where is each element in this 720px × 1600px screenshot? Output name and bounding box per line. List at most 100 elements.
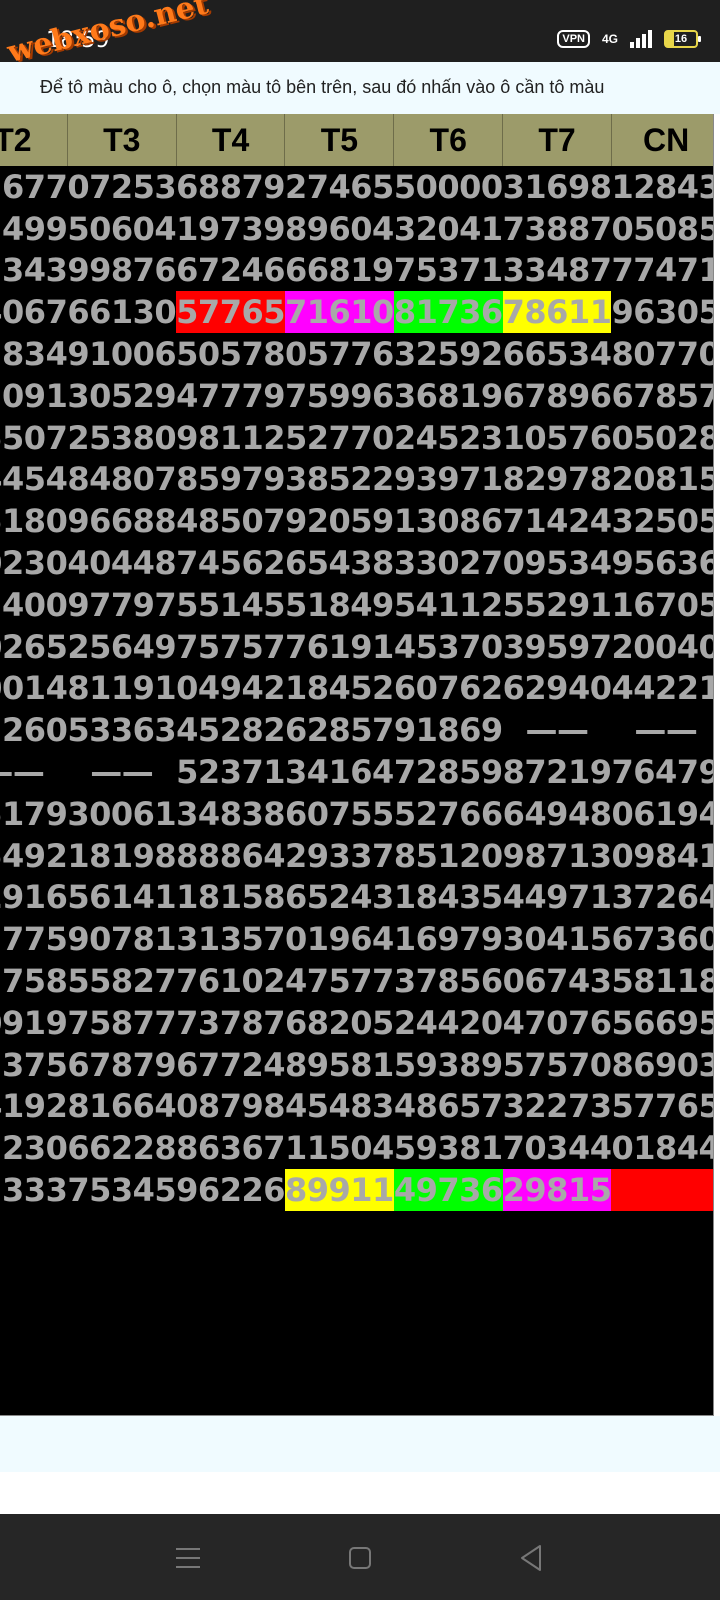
result-cell[interactable]: 19739: [176, 208, 285, 250]
result-cell[interactable]: [0, 1295, 67, 1337]
result-cell[interactable]: 80770: [611, 333, 713, 375]
result-cell[interactable]: [0, 1211, 67, 1253]
result-cell[interactable]: [285, 1211, 394, 1253]
back-icon[interactable]: [510, 1536, 554, 1580]
result-cell[interactable]: 12091: [0, 375, 67, 417]
result-cell[interactable]: 55507: [0, 417, 67, 459]
result-cell[interactable]: [285, 1378, 394, 1415]
result-cell[interactable]: ——: [0, 751, 67, 793]
result-cell[interactable]: 16705: [611, 584, 713, 626]
result-cell[interactable]: 52371: [176, 751, 285, 793]
result-cell[interactable]: 52775: [0, 918, 67, 960]
result-cell[interactable]: 81191: [67, 668, 176, 710]
result-cell[interactable]: 55291: [503, 584, 612, 626]
result-cell[interactable]: 67246: [176, 250, 285, 292]
result-cell[interactable]: 32273: [503, 1086, 612, 1128]
result-cell[interactable]: 72859: [394, 751, 503, 793]
result-cell[interactable]: 53499: [0, 208, 67, 250]
result-cell[interactable]: [394, 1253, 503, 1295]
result-cell[interactable]: 66819: [285, 250, 394, 292]
result-cell[interactable]: 38522: [285, 459, 394, 501]
result-cell[interactable]: [503, 1211, 612, 1253]
result-cell[interactable]: 37856: [394, 960, 503, 1002]
result-cell[interactable]: 99876: [67, 250, 176, 292]
result-cell[interactable]: 55179: [0, 793, 67, 835]
result-cell[interactable]: 39597: [503, 626, 612, 668]
result-cell[interactable]: 67896: [503, 375, 612, 417]
result-cell[interactable]: [67, 1295, 176, 1337]
result-cell[interactable]: 48657: [394, 1086, 503, 1128]
result-cell[interactable]: 73787: [176, 1002, 285, 1044]
result-cell[interactable]: 18435: [394, 877, 503, 919]
result-cell[interactable]: 47076: [503, 1002, 612, 1044]
result-cell[interactable]: 89581: [285, 1044, 394, 1086]
result-cell[interactable]: 87219: [503, 751, 612, 793]
result-cell[interactable]: 60762: [394, 668, 503, 710]
result-cell[interactable]: 55145: [176, 584, 285, 626]
result-cell[interactable]: 68205: [285, 1002, 394, 1044]
result-cell[interactable]: [611, 1336, 713, 1378]
result-cell[interactable]: 90781: [67, 918, 176, 960]
result-cell[interactable]: 86903: [611, 1044, 713, 1086]
result-cell[interactable]: 25649: [67, 626, 176, 668]
result-cell[interactable]: 05028: [611, 417, 713, 459]
result-cell[interactable]: 76479: [611, 751, 713, 793]
result-cell[interactable]: 86367: [176, 1127, 285, 1169]
result-cell[interactable]: 25380: [67, 417, 176, 459]
result-cell[interactable]: 09534: [503, 542, 612, 584]
result-cell[interactable]: 44221: [611, 668, 713, 710]
result-cell[interactable]: 73887: [503, 208, 612, 250]
result-cell[interactable]: 96305: [611, 291, 713, 333]
result-cell[interactable]: [67, 1336, 176, 1378]
result-cell[interactable]: 50604: [67, 208, 176, 250]
result-cell[interactable]: 53758: [0, 960, 67, 1002]
result-cell[interactable]: 82978: [503, 459, 612, 501]
result-cell[interactable]: 57765: [611, 1086, 713, 1128]
result-cell[interactable]: 84807: [67, 459, 176, 501]
result-cell[interactable]: 77471: [611, 250, 713, 292]
result-cell[interactable]: [611, 1169, 713, 1211]
result-cell[interactable]: 53260: [0, 709, 67, 751]
result-cell[interactable]: 67857: [611, 375, 713, 417]
result-cell[interactable]: 53230: [0, 1127, 67, 1169]
result-cell[interactable]: 53677: [0, 166, 67, 208]
result-cell[interactable]: 89911: [284, 1169, 394, 1211]
result-cell[interactable]: ——: [611, 709, 713, 751]
result-cell[interactable]: [0, 1378, 67, 1415]
result-cell[interactable]: 31357: [176, 918, 285, 960]
menu-icon[interactable]: [166, 1536, 210, 1580]
result-cell[interactable]: 96688: [67, 500, 176, 542]
result-cell[interactable]: 55827: [67, 960, 176, 1002]
result-cell[interactable]: 06194: [611, 793, 713, 835]
result-cell[interactable]: [394, 1211, 503, 1253]
result-cell[interactable]: [611, 1295, 713, 1337]
result-cell[interactable]: 67879: [67, 1044, 176, 1086]
result-cell[interactable]: 91006: [67, 333, 176, 375]
result-cell[interactable]: 07253: [67, 166, 176, 208]
result-cell[interactable]: 50265: [0, 626, 67, 668]
result-cell[interactable]: 54067: [0, 291, 67, 333]
result-cell[interactable]: 66228: [67, 1127, 176, 1169]
result-cell[interactable]: 95636: [611, 542, 713, 584]
result-cell[interactable]: 58118: [611, 960, 713, 1002]
result-cell[interactable]: [503, 1336, 612, 1378]
result-cell[interactable]: [176, 1295, 285, 1337]
result-cell[interactable]: 62857: [285, 709, 394, 751]
result-cell[interactable]: 27465: [285, 166, 394, 208]
result-cell[interactable]: 50014: [0, 668, 67, 710]
result-cell[interactable]: 53363: [67, 709, 176, 751]
result-cell[interactable]: [176, 1336, 285, 1378]
result-cell[interactable]: 55492: [0, 835, 67, 877]
result-cell[interactable]: [176, 1253, 285, 1295]
result-cell[interactable]: 33027: [394, 542, 503, 584]
result-cell[interactable]: 36819: [394, 375, 503, 417]
result-cell[interactable]: 96226: [176, 1169, 285, 1211]
result-cell[interactable]: 56695: [611, 1002, 713, 1044]
result-cell[interactable]: 75877: [67, 1002, 176, 1044]
result-cell[interactable]: 71424: [503, 500, 612, 542]
result-cell[interactable]: 51849: [285, 584, 394, 626]
result-cell[interactable]: 32505: [611, 500, 713, 542]
result-cell[interactable]: 45483: [285, 1086, 394, 1128]
result-cell[interactable]: 85979: [176, 459, 285, 501]
result-cell[interactable]: 55180: [0, 500, 67, 542]
